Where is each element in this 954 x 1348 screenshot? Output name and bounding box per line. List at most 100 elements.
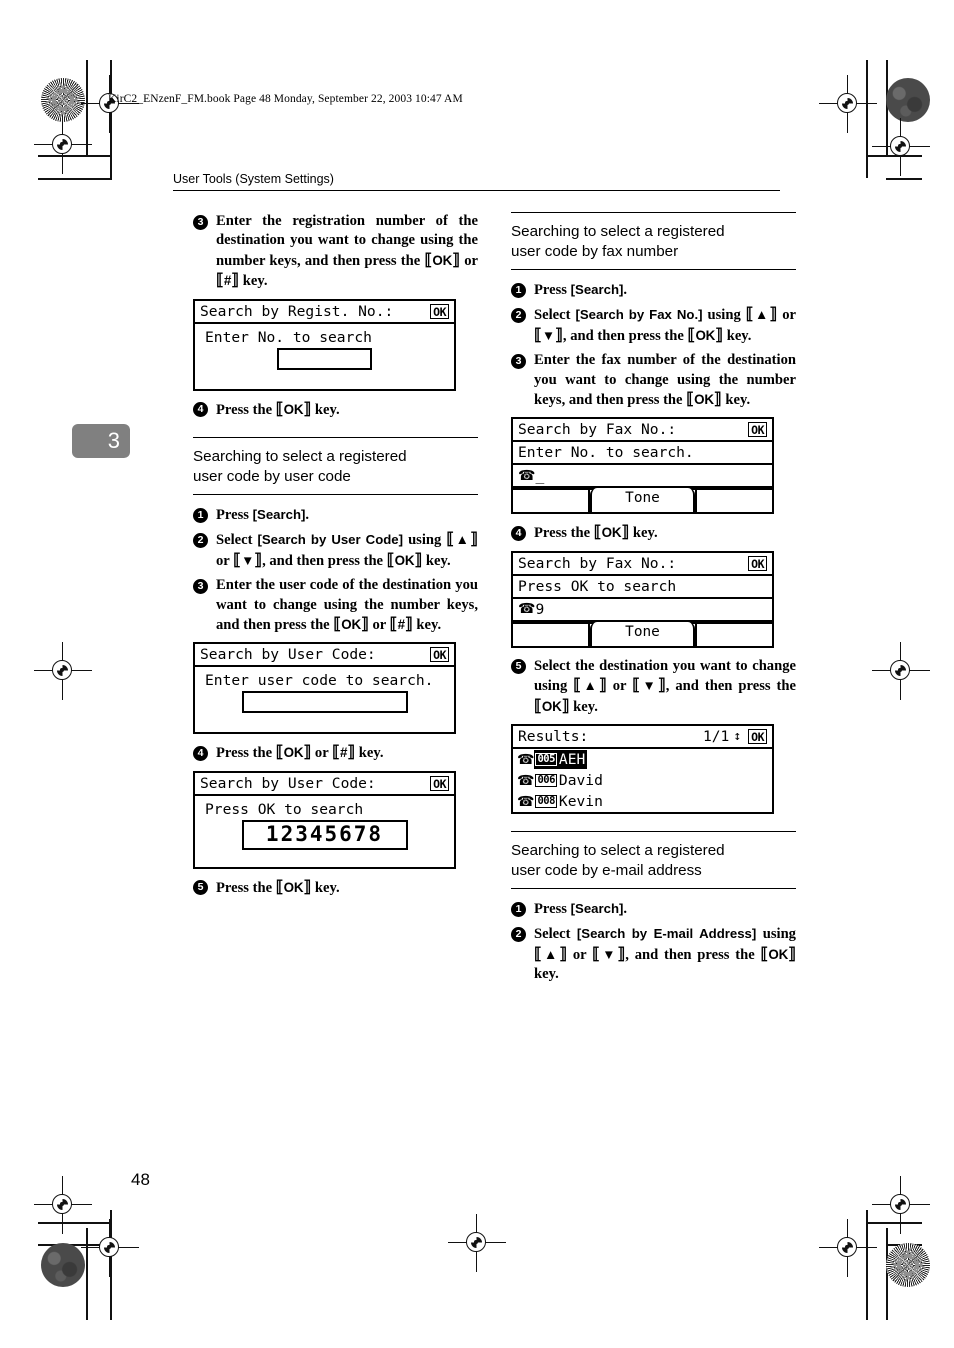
step-text: Select xyxy=(534,926,577,943)
step-text: key. xyxy=(723,327,752,344)
lcd-fax-input-row[interactable]: ☎ _ xyxy=(513,465,772,489)
step-text: key. xyxy=(412,617,442,634)
running-head: User Tools (System Settings) xyxy=(173,172,780,191)
step-text: key. xyxy=(629,525,658,542)
right-column: Searching to select a registered user co… xyxy=(511,212,796,990)
step-number: 3 xyxy=(193,214,208,230)
search-button-label: [Search] xyxy=(570,282,624,297)
lcd-title: Results: xyxy=(518,728,589,746)
step-number: 3 xyxy=(193,578,208,594)
lcd-prompt: Enter user code to search. xyxy=(205,672,434,690)
scroll-updown-icon: ↕ xyxy=(733,729,742,745)
step-text: key. xyxy=(422,552,451,569)
destination-code: 006 xyxy=(535,774,557,788)
step-press-search: 1 Press [Search]. xyxy=(511,280,796,300)
ok-key-label: OK xyxy=(768,946,789,962)
ok-key-label: OK xyxy=(695,327,716,343)
list-item[interactable]: ☎ 008 Kevin xyxy=(513,791,772,812)
section-heading-line2: user code by user code xyxy=(193,468,351,486)
halftone-star-target xyxy=(886,1243,930,1287)
crop-line xyxy=(866,1222,922,1224)
user-code-entered-value: 12345678 xyxy=(265,822,384,847)
step-text: Press xyxy=(216,507,253,524)
crop-line xyxy=(86,1228,88,1320)
left-column: 3 Enter the registration number of the de… xyxy=(193,212,478,903)
lcd-fax-input-row[interactable]: ☎ 9 xyxy=(513,599,772,622)
step-number: 5 xyxy=(511,659,526,675)
step-text: , and then press the xyxy=(665,678,796,695)
registration-mark xyxy=(819,1219,877,1277)
up-arrow-key-label: ▲ xyxy=(541,946,560,962)
lcd-title-bar: Search by User Code: OK xyxy=(195,644,454,668)
softkey-blank-right xyxy=(695,490,772,513)
step-number: 4 xyxy=(193,402,208,418)
user-code-entered-box[interactable]: 12345678 xyxy=(241,819,408,850)
step-text: or xyxy=(460,252,478,269)
step-number: 1 xyxy=(511,282,526,298)
lcd-ok-softkey[interactable]: OK xyxy=(430,647,449,663)
lcd-title-bar: Search by Regist. No.: OK xyxy=(195,301,454,324)
up-arrow-key-label: ▲ xyxy=(581,678,599,694)
step-text: key. xyxy=(311,401,340,418)
step-enter-registration-number: 3 Enter the registration number of the de… xyxy=(193,212,478,292)
lcd-title-bar: Search by User Code: OK xyxy=(195,773,454,796)
registration-mark xyxy=(872,118,930,176)
search-button-label: [Search] xyxy=(570,901,624,917)
lcd-search-by-regist-no: Search by Regist. No.: OK Enter No. to s… xyxy=(193,298,456,391)
lcd-ok-softkey[interactable]: OK xyxy=(748,729,767,745)
registration-mark xyxy=(34,642,92,700)
search-button-label: [Search] xyxy=(252,507,306,523)
lcd-prompt: Press OK to search xyxy=(205,800,364,818)
user-code-value: _ xyxy=(246,694,256,713)
step-press-search: 1 Press [Search]. xyxy=(511,899,796,919)
step-text: Press the xyxy=(216,879,276,896)
step-text: . xyxy=(305,507,310,524)
step-text: . xyxy=(623,901,628,918)
registration-mark xyxy=(34,1176,92,1234)
lcd-search-by-fax-no-result: Search by Fax No.: OK Press OK to search… xyxy=(511,550,774,648)
lcd-title: Search by Fax No.: xyxy=(518,421,677,439)
step-text: or xyxy=(777,307,796,324)
registration-mark xyxy=(81,1219,139,1277)
section-heading-email-address: Searching to select a registered user co… xyxy=(511,831,796,890)
results-page-indicator: 1/1 xyxy=(702,728,730,746)
tone-softkey[interactable]: Tone xyxy=(589,621,696,646)
lcd-title: Search by User Code: xyxy=(200,774,376,792)
destination-code: 008 xyxy=(535,795,557,809)
chapter-tab: 3 xyxy=(72,424,130,458)
registration-mark xyxy=(872,642,930,700)
step-text: or xyxy=(368,617,390,634)
lcd-ok-softkey[interactable]: OK xyxy=(430,775,449,791)
lcd-search-by-user-code-entry: Search by User Code: OK Enter user code … xyxy=(193,642,456,735)
softkey-blank-left xyxy=(513,623,590,646)
lcd-body: Press OK to search 12345678 xyxy=(195,796,454,867)
step-text: or xyxy=(606,678,633,695)
tone-softkey[interactable]: Tone xyxy=(589,488,696,513)
lcd-ok-softkey[interactable]: OK xyxy=(748,422,767,438)
step-enter-fax-number: 3 Enter the fax number of the destination… xyxy=(511,351,796,410)
regist-no-value: _ _ _ _ xyxy=(282,350,346,369)
step-text: key. xyxy=(721,392,751,409)
lcd-ok-softkey[interactable]: OK xyxy=(430,303,449,319)
lcd-prompt: Press OK to search xyxy=(513,576,772,599)
list-item[interactable]: ☎ 006 David xyxy=(513,770,772,791)
step-select-search-by-user-code: 2 Select [Search by User Code] using ⟦▲⟧ … xyxy=(193,530,478,571)
lcd-title-bar: Search by Fax No.: OK xyxy=(513,419,772,443)
page-number: 48 xyxy=(131,1170,150,1189)
lcd-title: Search by Fax No.: xyxy=(518,554,677,572)
step-number: 1 xyxy=(511,901,526,917)
step-text: or xyxy=(567,946,593,963)
step-text: key. xyxy=(534,966,559,983)
crop-line xyxy=(866,1210,868,1320)
step-select-search-by-email-address: 2 Select [Search by E-mail Address] using… xyxy=(511,924,796,984)
step-press-ok: 4 Press the ⟦OK⟧ key. xyxy=(193,400,478,420)
step-select-destination: 5 Select the destination you want to chan… xyxy=(511,657,796,717)
user-code-input[interactable]: _ xyxy=(241,691,408,714)
regist-no-input[interactable]: _ _ _ _ xyxy=(277,347,372,370)
list-item[interactable]: ☎ 005 AEH xyxy=(513,749,772,770)
fax-number-value: 9 xyxy=(535,600,545,618)
step-text: using xyxy=(403,532,447,549)
registration-mark xyxy=(872,1176,930,1234)
lcd-ok-softkey[interactable]: OK xyxy=(748,555,767,571)
step-text: or xyxy=(216,552,234,569)
